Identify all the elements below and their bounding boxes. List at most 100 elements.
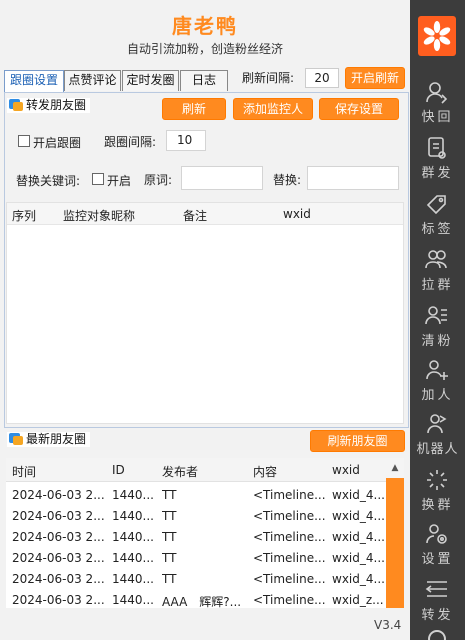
cell-publisher: AAA 辉辉?... <box>162 595 242 608</box>
replace-enable-label: 开启 <box>107 174 132 188</box>
app-subtitle: 自动引流加粉，创造粉丝经济 <box>126 42 283 56</box>
cell-id: 1440... <box>112 593 154 607</box>
cell-id: 1440... <box>112 530 154 544</box>
cell-id: 1440... <box>112 572 154 586</box>
cell-publisher: TT <box>162 488 177 502</box>
cell-time: 2024-06-03 2... <box>12 488 105 502</box>
sidebar-item-label: 群发 <box>421 166 454 181</box>
table-row[interactable]: 2024-06-03 2... 1440... TT <Timeline... wxid… <box>6 484 390 505</box>
monitor-list[interactable]: 序列 监控对象昵称 备注 wxid <box>6 202 404 424</box>
column-header-id[interactable]: ID <box>112 463 125 477</box>
table-row[interactable]: 2024-06-03 2... 1440... TT <Timeline... wxid… <box>6 505 390 526</box>
sidebar-item-label: 机器人 <box>416 442 459 457</box>
add-person-icon <box>426 360 448 380</box>
original-word-label: 原词: <box>144 173 173 187</box>
forward-section-title: 转发朋友圈 <box>7 98 91 113</box>
sidebar-item-clean-fans[interactable]: 清粉 <box>410 302 465 356</box>
tab-follow-settings[interactable]: 跟圈设置 <box>4 70 64 92</box>
cell-content: <Timeline... <box>253 551 326 565</box>
column-header-content[interactable]: 内容 <box>253 463 277 480</box>
tag-icon <box>426 195 446 215</box>
table-row[interactable]: 2024-06-03 2... 1440... TT <Timeline... wxid… <box>6 547 390 568</box>
column-header-nickname[interactable]: 监控对象昵称 <box>63 207 135 224</box>
robot-icon <box>427 414 447 434</box>
cell-publisher: TT <box>162 509 177 523</box>
sidebar-item-switch-group[interactable]: 换群 <box>410 466 465 520</box>
tab-like-comment[interactable]: 点赞评论 <box>64 70 121 91</box>
cell-content: <Timeline... <box>253 572 326 586</box>
column-header-publisher[interactable]: 发布者 <box>162 463 198 480</box>
refresh-interval-input[interactable]: 20 <box>305 68 339 88</box>
sidebar-item-label: 快回 <box>421 110 454 125</box>
column-header-remark[interactable]: 备注 <box>183 207 207 224</box>
cell-publisher: TT <box>162 551 177 565</box>
enable-follow-label: 开启跟圈 <box>33 136 82 150</box>
table-row[interactable]: 2024-06-03 2... 1440... TT <Timeline... wxid… <box>6 526 390 547</box>
moments-table-header: 时间 ID 发布者 内容 wxid <box>6 458 390 482</box>
refresh-button[interactable]: 刷新 <box>162 98 226 120</box>
cell-publisher: TT <box>162 530 177 544</box>
moments-table[interactable]: 时间 ID 发布者 内容 wxid 2024-06-03 2... 1440...… <box>6 458 404 608</box>
cell-wxid: wxid_4... <box>332 509 385 523</box>
sidebar-item-pull-group[interactable]: 拉群 <box>410 246 465 300</box>
moments-section-label: 最新朋友圈 <box>26 432 87 446</box>
column-header-index[interactable]: 序列 <box>12 207 36 224</box>
cell-publisher: TT <box>162 572 177 586</box>
moments-scrollbar[interactable]: ▲ <box>386 458 404 608</box>
sidebar-item-forward[interactable]: 转发 <box>410 576 465 630</box>
sidebar-item-label: 拉群 <box>421 278 454 293</box>
pull-group-icon <box>425 250 447 269</box>
save-settings-button[interactable]: 保存设置 <box>319 98 399 120</box>
table-row[interactable]: 2024-06-03 2... 1440... TT <Timeline... wxid… <box>6 568 390 589</box>
flower-logo-icon <box>423 21 451 51</box>
tab-log[interactable]: 日志 <box>180 70 228 91</box>
cell-time: 2024-06-03 2... <box>12 572 105 586</box>
replace-with-label: 替换: <box>273 173 302 187</box>
sidebar-item-quick-reply[interactable]: 快回 <box>410 78 465 132</box>
sidebar-item-label: 转发 <box>421 608 454 623</box>
cell-wxid: wxid_z... <box>332 593 384 607</box>
moments-section-title: 最新朋友圈 <box>7 432 91 447</box>
column-header-wxid[interactable]: wxid <box>283 207 311 221</box>
version-label: V3.4 <box>374 618 402 632</box>
cell-content: <Timeline... <box>253 488 326 502</box>
add-monitor-button[interactable]: 添加监控人 <box>233 98 313 120</box>
follow-interval-label: 跟圈间隔: <box>104 135 157 149</box>
cell-id: 1440... <box>112 509 154 523</box>
start-refresh-button[interactable]: 开启刷新 <box>345 67 405 89</box>
replace-with-input[interactable] <box>307 166 399 190</box>
cell-time: 2024-06-03 2... <box>12 530 105 544</box>
sidebar-item-label: 清粉 <box>421 334 454 349</box>
cell-content: <Timeline... <box>253 530 326 544</box>
cell-time: 2024-06-03 2... <box>12 551 105 565</box>
refresh-interval-label: 刷新间隔: <box>242 71 295 85</box>
table-row[interactable]: 2024-06-03 2... 1440... AAA 辉辉?... <Timelin… <box>6 589 390 608</box>
replace-enable-checkbox[interactable] <box>92 173 104 185</box>
sidebar-item-settings[interactable]: 设置 <box>410 520 465 574</box>
sidebar-item-label: 设置 <box>421 552 454 567</box>
refresh-moments-button[interactable]: 刷新朋友圈 <box>310 430 405 452</box>
sidebar-item-tag[interactable]: 标签 <box>410 190 465 244</box>
more-icon[interactable] <box>428 630 446 640</box>
sidebar-item-label: 标签 <box>421 222 454 237</box>
cell-wxid: wxid_4... <box>332 530 385 544</box>
cell-time: 2024-06-03 2... <box>12 593 105 607</box>
app-logo <box>418 16 456 56</box>
cell-wxid: wxid_4... <box>332 551 385 565</box>
cell-id: 1440... <box>112 488 154 502</box>
enable-follow-checkbox[interactable] <box>18 135 30 147</box>
column-header-time[interactable]: 时间 <box>12 463 36 480</box>
cell-wxid: wxid_4... <box>332 572 385 586</box>
sidebar: 快回 群发 标签 拉群 清粉 加人 机器人 换群 设置 转发 <box>410 0 465 640</box>
cell-id: 1440... <box>112 551 154 565</box>
column-header-wxid[interactable]: wxid <box>332 463 360 477</box>
sidebar-item-robot[interactable]: 机器人 <box>410 410 465 464</box>
cell-content: <Timeline... <box>253 593 326 607</box>
sidebar-item-mass-send[interactable]: 群发 <box>410 134 465 188</box>
tab-scheduled-post[interactable]: 定时发圈 <box>122 70 179 91</box>
follow-interval-input[interactable]: 10 <box>166 130 206 151</box>
original-word-input[interactable] <box>181 166 263 190</box>
sidebar-item-add-person[interactable]: 加人 <box>410 356 465 410</box>
cell-wxid: wxid_4... <box>332 488 385 502</box>
scroll-up-arrow-icon[interactable]: ▲ <box>386 458 404 478</box>
